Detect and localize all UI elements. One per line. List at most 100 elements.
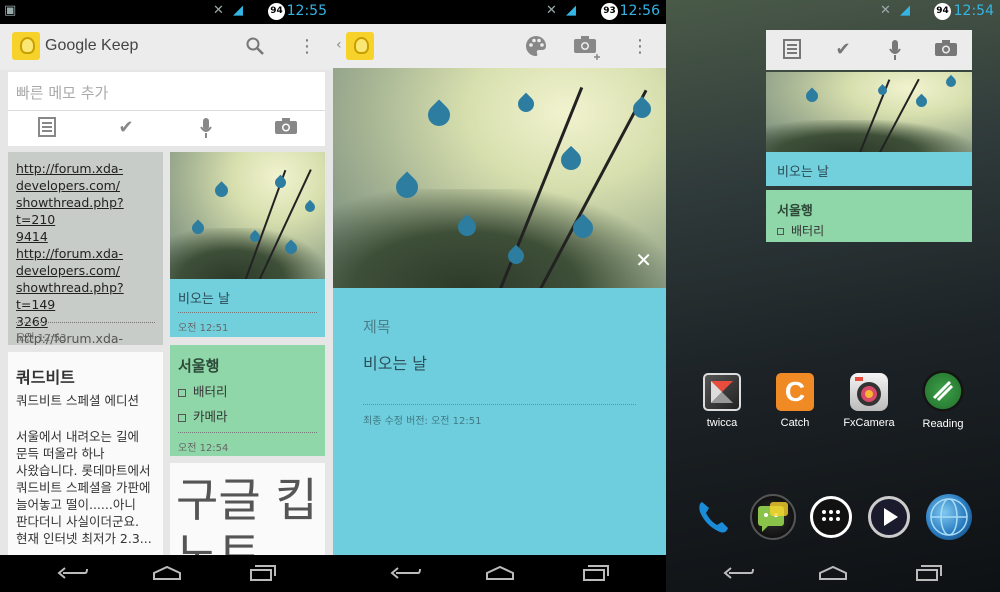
recent-apps-icon[interactable] [911,563,945,583]
note-card-quadbeat[interactable]: 쿼드비트 쿼드비트 스페셜 에디션 서울에서 내려오는 길에 문득 떠올라 하나… [8,352,163,555]
checkbox-icon[interactable] [777,228,784,235]
checklist-item: 배터리 [178,383,319,400]
widget-note-photo[interactable] [766,72,972,152]
add-photo-icon[interactable] [573,34,600,60]
note-big-text-2: 노트 [176,527,261,555]
back-icon[interactable] [388,563,422,583]
text-note-icon[interactable] [35,117,59,141]
link-line[interactable]: http://forum.xda- [16,160,157,177]
link-line[interactable]: http://forum.xda- [16,245,157,262]
phone-icon[interactable] [690,494,736,540]
up-chevron-icon[interactable]: ‹ [336,37,342,53]
battery-icon: 94 [934,3,951,20]
note-card-seoul[interactable]: 서울행 배터리 카메라 오전 12:54 [170,345,325,456]
link-line[interactable]: developers.com/ [16,177,157,194]
note-subtitle: 쿼드비트 스페셜 에디션 [16,393,139,408]
divider [363,404,636,405]
clock: 12:55 [286,3,327,19]
play-music-icon[interactable] [868,496,910,538]
app-reading[interactable]: Reading [915,370,971,430]
app-fxcamera[interactable]: FxCamera [841,373,897,429]
nav-bar [666,555,1000,592]
link-line[interactable]: developers.com/ [16,262,157,279]
quick-note-input[interactable]: 빠른 메모 추가 [16,82,108,103]
note-card-links[interactable]: http://forum.xda- developers.com/ showth… [8,152,163,345]
widget-note-seoul[interactable]: 서울행 배터리 [766,190,972,242]
keep-notes-screen: ▣ ✕ ◢ 94 12:55 Google Keep ⋮ 빠른 메모 추가 ✔ [0,0,333,592]
clock: 12:56 [619,3,660,19]
note-card-rain[interactable]: 비오는 날 오전 12:51 [170,152,325,337]
body-line: 사왔습니다. 롯데마트에서 [16,463,151,478]
app-label: Catch [780,417,810,429]
app-twicca[interactable]: twicca [694,373,750,429]
battery-icon: 94 [268,3,285,20]
search-icon[interactable] [245,36,265,58]
gallery-notification-icon: ▣ [4,3,17,18]
note-title: 비오는 날 [777,165,829,180]
recent-apps-icon[interactable] [245,563,279,583]
body-line: 현재 인터넷 최저가 2.3... [16,531,152,546]
last-edited-label: 최종 수정 버전: 오전 12:51 [363,416,482,427]
note-timestamp: 오전 12:51 [178,323,229,334]
quick-note-toolbar: ✔ [8,110,325,146]
fxcamera-icon [850,373,888,411]
body-line: 서울에서 내려오는 길에 [16,429,139,444]
camera-icon[interactable] [274,117,298,141]
microphone-icon[interactable] [884,39,906,61]
home-icon[interactable] [483,563,517,583]
text-note-icon[interactable] [781,39,803,61]
app-drawer-icon[interactable] [810,496,852,538]
checkbox-icon[interactable] [178,413,186,422]
item-label: 배터리 [193,384,228,399]
messaging-icon[interactable] [750,494,796,540]
link-line[interactable]: showthread.php?t=149 [16,279,157,313]
palette-icon[interactable] [524,34,546,56]
app-label: FxCamera [843,417,895,429]
note-big-text: 구글 킵 [176,473,318,527]
app-catch[interactable]: C Catch [767,373,823,429]
nav-bar [0,555,333,592]
microphone-icon[interactable] [194,117,218,141]
battery-icon: 93 [601,3,618,20]
overflow-menu-icon[interactable]: ⋮ [297,36,317,58]
checkbox-icon[interactable] [178,388,186,397]
note-title: 서울행 [178,357,220,375]
divider [178,312,317,313]
link-line[interactable]: showthread.php?t=210 [16,194,157,228]
note-body: 서울에서 내려오는 길에 문득 떠올라 하나 사왔습니다. 롯데마트에서 쿼드비… [16,428,157,547]
clock: 12:54 [953,3,994,19]
widget-note-rain[interactable]: 비오는 날 [766,152,972,186]
title-field[interactable]: 제목 [363,316,391,337]
checklist-icon[interactable]: ✔ [114,117,138,141]
note-text-field[interactable]: 비오는 날 [363,350,427,374]
mute-icon: ✕ [546,3,557,18]
app-label: twicca [706,417,738,429]
remove-photo-icon[interactable]: ✕ [635,248,652,272]
reading-icon [922,370,964,412]
note-title: 쿼드비트 [16,368,75,387]
quick-note-bar: 빠른 메모 추가 ✔ [8,72,325,146]
camera-icon[interactable] [934,39,957,61]
status-bar: ▣ ✕ ◢ 94 12:55 [0,0,333,24]
back-icon[interactable] [55,563,89,583]
checklist-item: 배터리 [777,222,824,239]
keep-logo-icon[interactable] [12,32,40,60]
divider [178,432,317,433]
catch-icon: C [776,373,814,411]
browser-icon[interactable] [926,494,972,540]
app-title: Google Keep [45,37,139,54]
recent-apps-icon[interactable] [578,563,612,583]
item-label: 카메라 [193,409,228,424]
note-links-body: http://forum.xda- developers.com/ showth… [16,160,157,345]
checklist-icon[interactable]: ✔ [832,39,854,61]
home-icon[interactable] [150,563,184,583]
keep-logo-icon[interactable] [346,32,374,60]
body-line: 쿼드비트 스페셜을 가판에 [16,480,151,495]
overflow-menu-icon[interactable]: ⋮ [630,36,650,58]
link-line[interactable]: 9414 [16,228,157,245]
home-icon[interactable] [816,563,850,583]
note-card-bigtext[interactable]: 구글 킵 노트 [170,463,325,555]
note-photo[interactable]: ✕ [333,68,666,288]
back-icon[interactable] [721,563,755,583]
status-bar: ✕ ◢ 94 12:54 [666,0,1000,24]
